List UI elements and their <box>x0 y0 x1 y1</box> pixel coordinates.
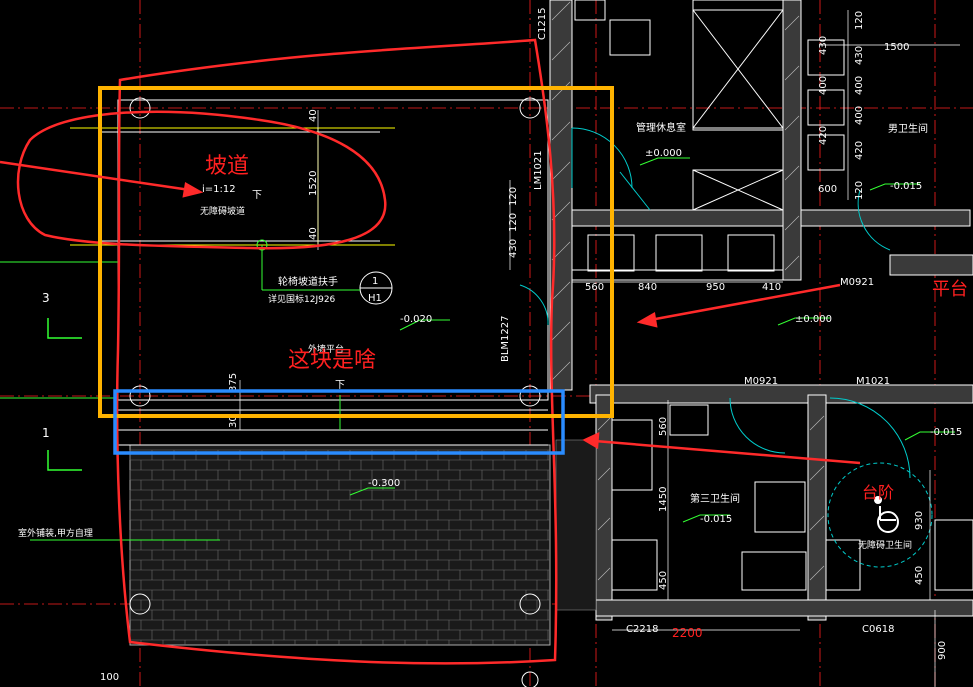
dim-420: 420 <box>818 126 829 145</box>
door-m0921-a: M0921 <box>744 376 778 387</box>
dim-1450: 1450 <box>658 487 669 512</box>
elevation-minus-015-a: -0.015 <box>890 181 922 192</box>
door-m1021: M1021 <box>856 376 890 387</box>
dim-400-b: 400 <box>854 76 865 95</box>
ramp-slope-label: i=1:12 <box>202 184 236 195</box>
dim-450-b: 450 <box>914 566 925 585</box>
dim-930: 930 <box>914 511 925 530</box>
window-c2218: C2218 <box>626 624 658 635</box>
steps-annotation: 台阶 <box>862 483 894 502</box>
mgmt-room-label: 管理休息室 <box>636 121 686 134</box>
door-blm1227: BLM1227 <box>500 315 511 362</box>
dim-100: 100 <box>100 672 119 683</box>
axis-3-label: 3 <box>42 291 50 305</box>
door-lm1021: LM1021 <box>533 150 544 190</box>
elevation-zero-a: ±0.000 <box>645 148 682 159</box>
third-wc-label: 第三卫生间 <box>690 492 740 505</box>
elevation-minus-015-b: -0.015 <box>700 514 732 525</box>
window-c1215: C1215 <box>537 8 548 40</box>
ramp-down-label: 下 <box>252 190 262 201</box>
dim-120-b: 120 <box>508 213 519 232</box>
dim-120-c: 120 <box>854 181 865 200</box>
axis-1-label: 1 <box>42 426 50 440</box>
dim-400-a: 400 <box>818 76 829 95</box>
detail-number: 1 <box>372 276 378 287</box>
handrail-ref-label: 详见国标12J926 <box>268 293 336 305</box>
dim-430-r: 430 <box>818 36 829 55</box>
elevation-minus-015-c: -0.015 <box>930 427 962 438</box>
door-m0921-b: M0921 <box>840 277 874 288</box>
dim-2200: 2200 <box>672 626 703 640</box>
elevation-zero-b: ±0.000 <box>795 314 832 325</box>
dim-120-a: 120 <box>508 187 519 206</box>
dim-900: 900 <box>937 641 948 660</box>
dim-560-v: 560 <box>658 417 669 436</box>
dim-1520: 1520 <box>308 171 319 196</box>
elevation-minus-020: -0.020 <box>400 314 432 325</box>
dim-950: 950 <box>706 282 725 293</box>
dim-560: 560 <box>585 282 604 293</box>
dim-400-c: 400 <box>854 106 865 125</box>
ramp-annotation: 坡道 <box>205 154 249 179</box>
what-is-this-annotation: 这块是啥 <box>288 348 376 373</box>
dim-420-b: 420 <box>854 141 865 160</box>
elevation-minus-300: -0.300 <box>368 478 400 489</box>
platform-annotation: 平台 <box>932 279 968 300</box>
brick-paving-area <box>129 444 551 646</box>
male-wc-label: 男卫生间 <box>888 122 928 135</box>
barrier-free-ramp-label: 无障碍坡道 <box>200 205 245 217</box>
detail-sheet: H1 <box>368 293 382 304</box>
dim-375: 375 <box>228 373 239 392</box>
outdoor-paving-label: 室外铺装,甲方自理 <box>18 527 93 539</box>
window-c0618: C0618 <box>862 624 894 635</box>
dim-450-a: 450 <box>658 571 669 590</box>
dim-1500: 1500 <box>884 42 909 53</box>
dim-840: 840 <box>638 282 657 293</box>
dim-120-r: 120 <box>854 11 865 30</box>
dim-430-r2: 430 <box>854 46 865 65</box>
dim-40-a: 40 <box>308 109 319 122</box>
dim-600: 600 <box>818 184 837 195</box>
cad-floor-plan: i=1:12 无障碍坡道 下 下 轮椅坡道扶手 详见国标12J926 1 H1 … <box>0 0 973 687</box>
dim-40-b: 40 <box>308 227 319 240</box>
dim-430: 430 <box>508 239 519 258</box>
handrail-note-label: 轮椅坡道扶手 <box>278 275 338 288</box>
dim-410: 410 <box>762 282 781 293</box>
accessible-wc-label: 无障碍卫生间 <box>858 539 912 551</box>
